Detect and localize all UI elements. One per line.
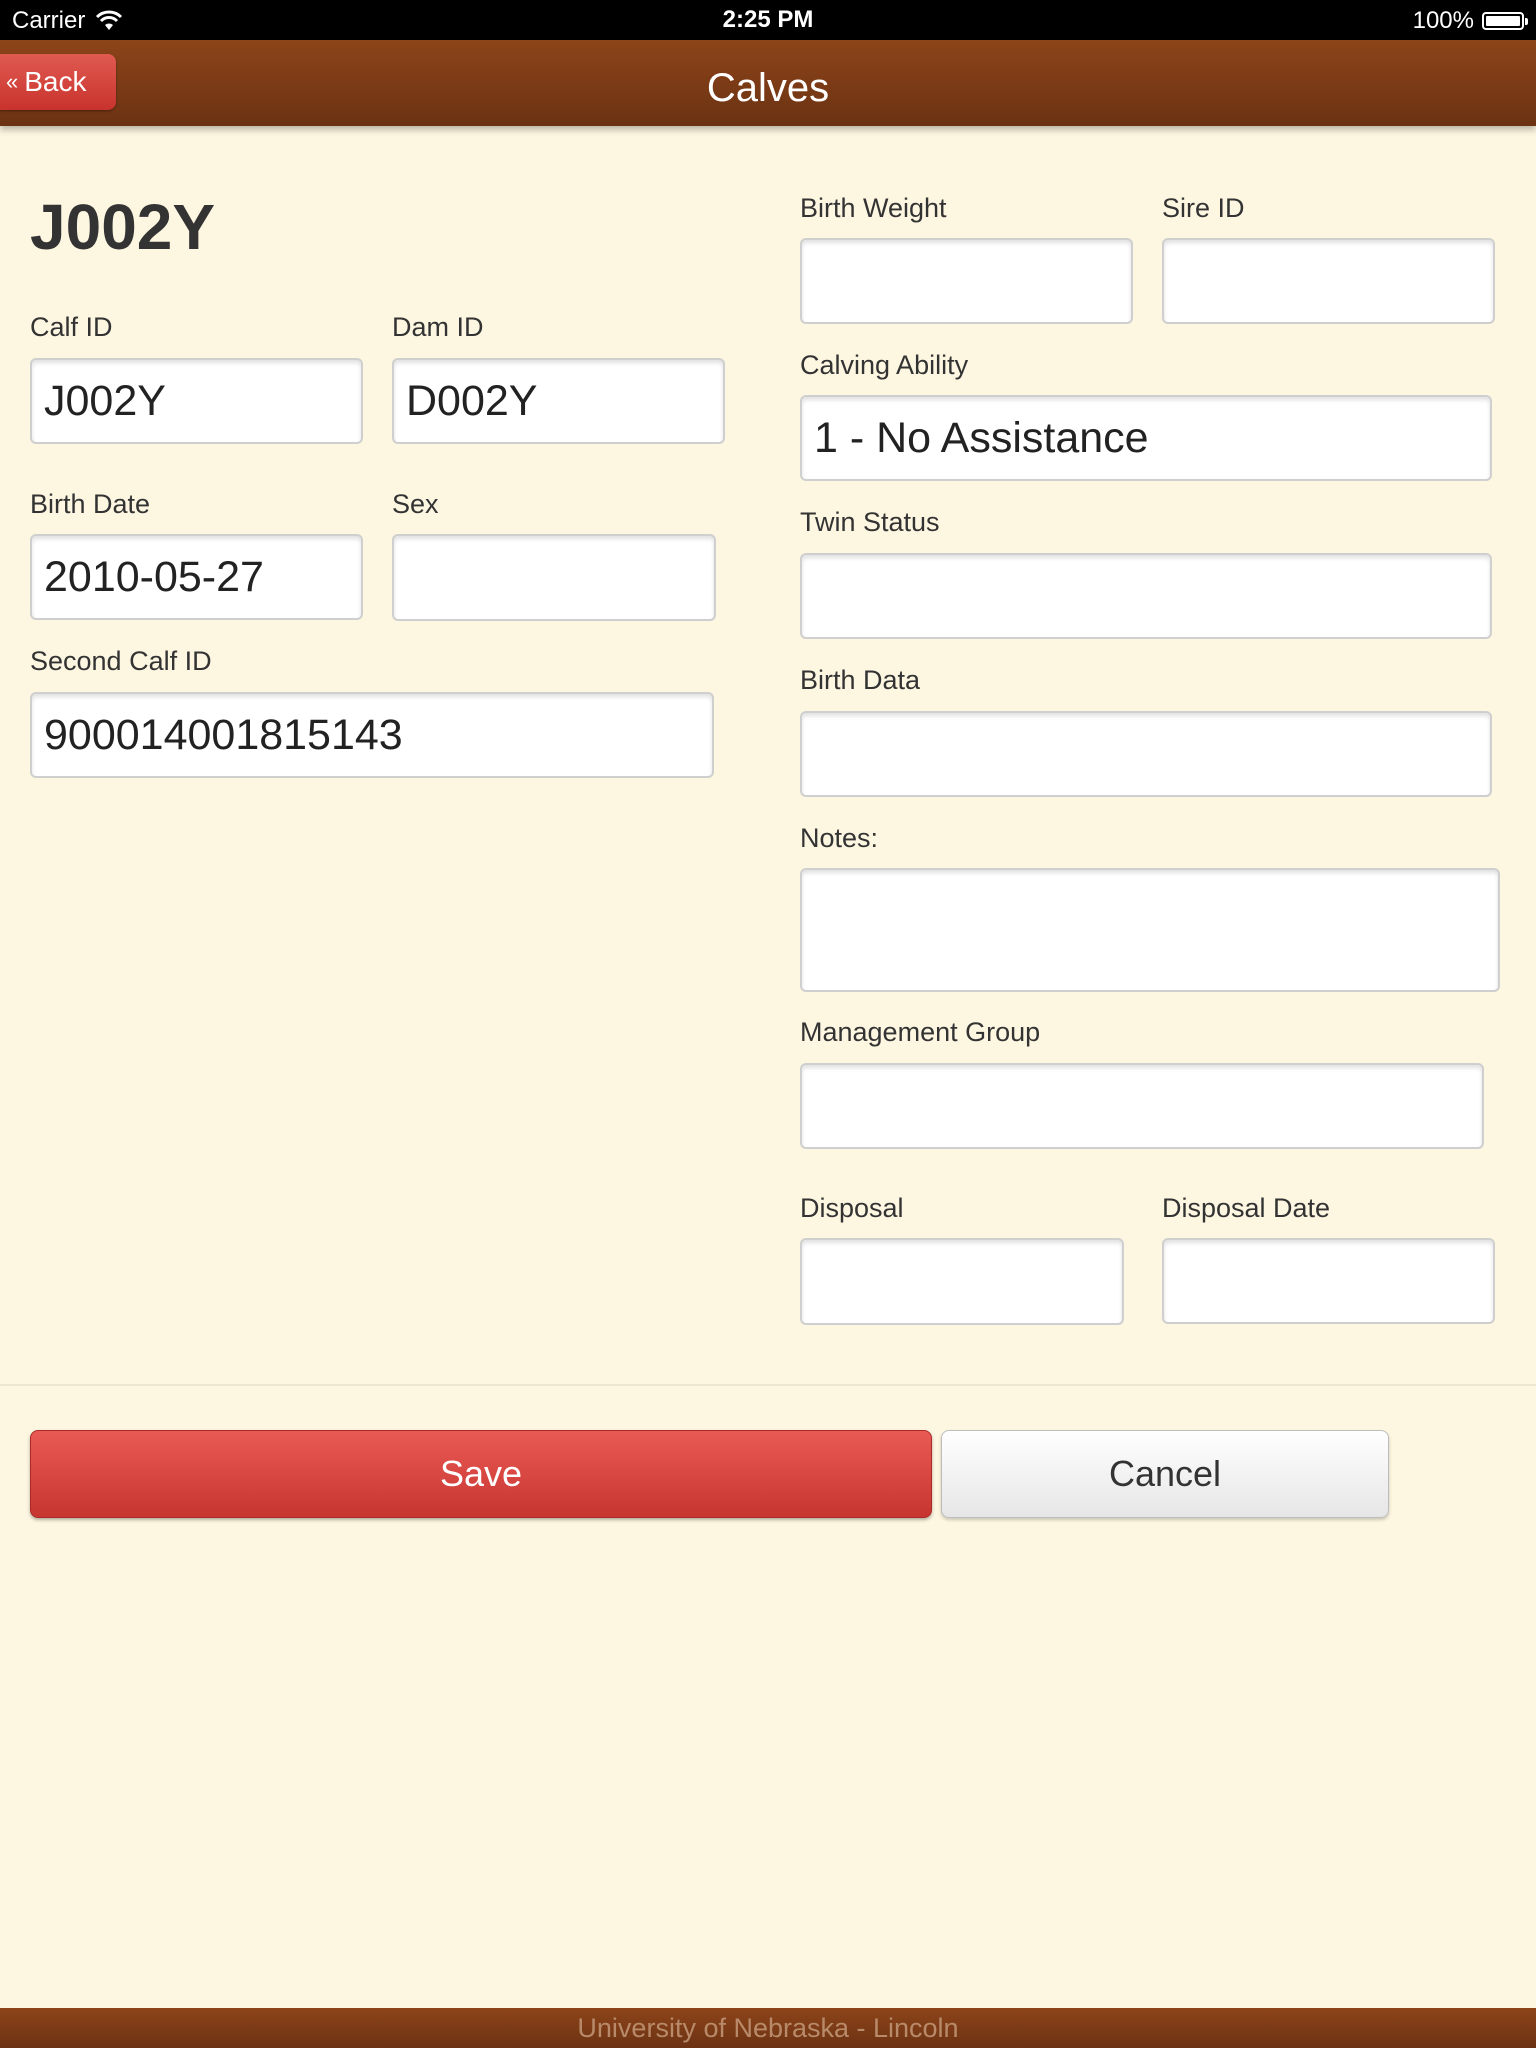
notes-label: Notes:	[800, 823, 879, 853]
calf-id-label: Calf ID	[30, 312, 113, 342]
second-calf-id-label: Second Calf ID	[30, 646, 212, 676]
management-group-label: Management Group	[800, 1017, 1041, 1047]
second-calf-id-input[interactable]	[30, 692, 714, 778]
birth-date-input[interactable]	[30, 534, 363, 620]
status-bar: Carrier 2:25 PM 100%	[0, 0, 1536, 40]
calf-id-input[interactable]	[30, 358, 363, 444]
footer-text: University of Nebraska - Lincoln	[577, 2013, 959, 2043]
birth-weight-label: Birth Weight	[800, 193, 947, 223]
notes-textarea[interactable]	[800, 868, 1500, 992]
birth-data-label: Birth Data	[800, 665, 921, 695]
battery-percent: 100%	[1412, 7, 1474, 34]
calving-ability-input[interactable]	[800, 395, 1492, 481]
management-group-input[interactable]	[800, 1063, 1484, 1149]
sire-id-input[interactable]	[1162, 238, 1495, 324]
dam-id-label: Dam ID	[392, 312, 484, 342]
dam-id-input[interactable]	[392, 358, 725, 444]
disposal-label: Disposal	[800, 1193, 904, 1223]
battery-indicator: 100%	[1412, 7, 1528, 35]
sex-input[interactable]	[392, 534, 716, 621]
page-header-title: Calves	[706, 66, 830, 110]
calving-ability-label: Calving Ability	[800, 350, 969, 380]
birth-weight-input[interactable]	[800, 238, 1133, 324]
sex-label: Sex	[392, 489, 439, 519]
status-time: 2:25 PM	[722, 6, 814, 33]
save-button[interactable]: Save	[30, 1430, 932, 1518]
twin-status-input[interactable]	[800, 553, 1492, 639]
record-title: J002Y	[30, 191, 216, 263]
form-divider	[0, 1384, 1536, 1386]
battery-icon	[1482, 12, 1528, 30]
cancel-button[interactable]: Cancel	[941, 1430, 1389, 1518]
sire-id-label: Sire ID	[1162, 193, 1245, 223]
birth-date-label: Birth Date	[30, 489, 151, 519]
footer: University of Nebraska - Lincoln	[0, 2008, 1536, 2048]
disposal-input[interactable]	[800, 1238, 1124, 1325]
disposal-date-input[interactable]	[1162, 1238, 1495, 1324]
twin-status-label: Twin Status	[800, 507, 940, 537]
disposal-date-label: Disposal Date	[1162, 1193, 1331, 1223]
nav-header: « Back Calves	[0, 40, 1536, 126]
birth-data-input[interactable]	[800, 711, 1492, 797]
